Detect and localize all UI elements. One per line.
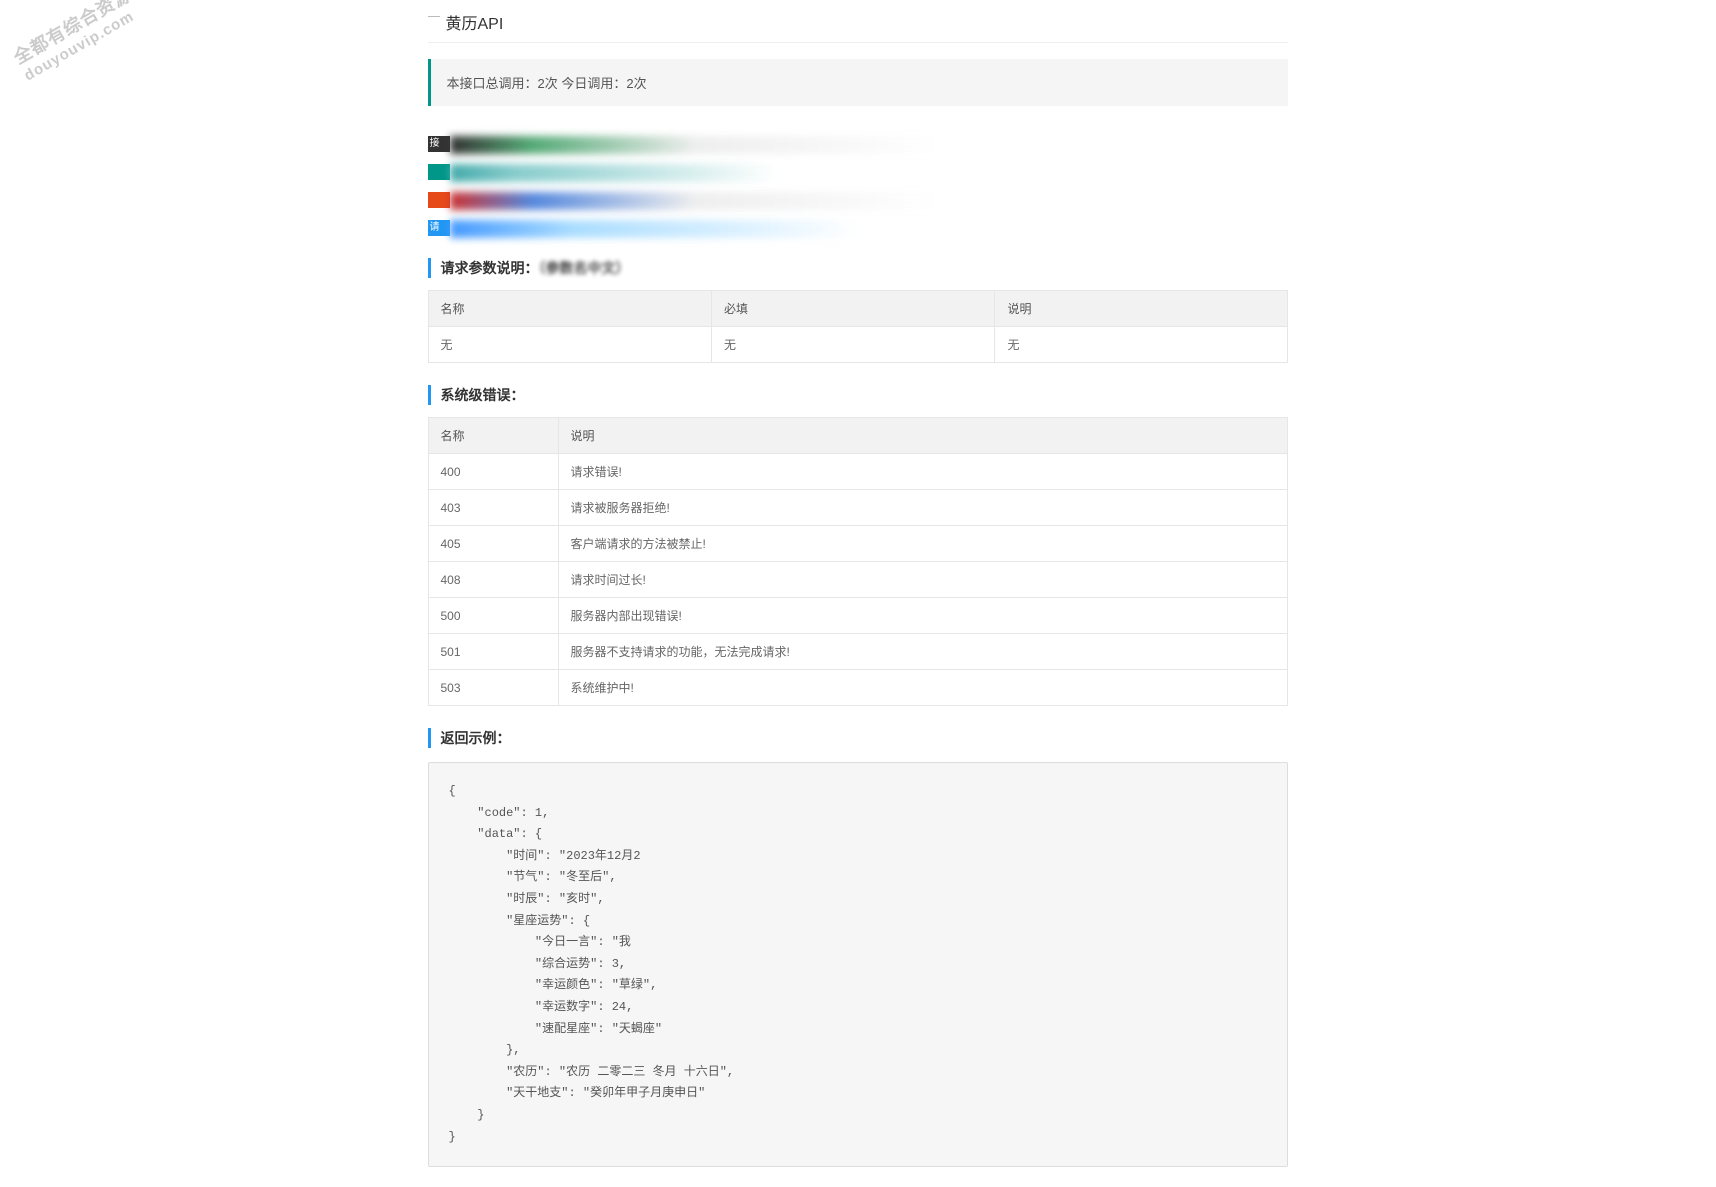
obscured-tab-3 (428, 192, 450, 208)
cell: 501 (428, 634, 558, 670)
table-row: 无无无 (428, 327, 1287, 363)
cell: 408 (428, 562, 558, 598)
obscured-tab-4: 请 (428, 220, 450, 236)
cell: 403 (428, 490, 558, 526)
cell: 400 (428, 454, 558, 490)
table-row: 408请求时间过长! (428, 562, 1287, 598)
watermark-line1: 全都有综合资源网 (10, 0, 152, 69)
cell: 服务器内部出现错误! (558, 598, 1287, 634)
params-heading-text: 请求参数说明： (441, 260, 539, 276)
cell: 服务器不支持请求的功能，无法完成请求! (558, 634, 1287, 670)
obscured-tab-1: 接口 (428, 136, 450, 152)
errors-heading: 系统级错误： (428, 385, 1288, 405)
table-row: 501服务器不支持请求的功能，无法完成请求! (428, 634, 1287, 670)
params-col-name: 名称 (428, 291, 711, 327)
errors-col-name: 名称 (428, 418, 558, 454)
params-col-required: 必填 (711, 291, 994, 327)
table-row: 403请求被服务器拒绝! (428, 490, 1287, 526)
errors-col-desc: 说明 (558, 418, 1287, 454)
table-row: 503系统维护中! (428, 670, 1287, 706)
params-col-desc: 说明 (995, 291, 1287, 327)
cell: 500 (428, 598, 558, 634)
cell: 请求错误! (558, 454, 1287, 490)
example-code: { "code": 1, "data": { "时间": "2023年12月2 … (428, 762, 1288, 1167)
cell: 无 (711, 327, 994, 363)
watermark: 全都有综合资源网 douyouvip.com (10, 0, 161, 85)
usage-callout: 本接口总调用：2次 今日调用：2次 (428, 59, 1288, 106)
obscured-tab-2 (428, 164, 450, 180)
params-heading-blur: （参数名中文） (539, 260, 630, 276)
params-heading: 请求参数说明：（参数名中文） (428, 258, 1288, 278)
example-heading: 返回示例： (428, 728, 1288, 748)
cell: 客户端请求的方法被禁止! (558, 526, 1287, 562)
page-title: 黄历API (446, 10, 1288, 34)
errors-table: 名称 说明 400请求错误!403请求被服务器拒绝!405客户端请求的方法被禁止… (428, 417, 1288, 706)
cell: 405 (428, 526, 558, 562)
cell: 请求时间过长! (558, 562, 1287, 598)
cell: 无 (995, 327, 1287, 363)
cell: 503 (428, 670, 558, 706)
cell: 请求被服务器拒绝! (558, 490, 1287, 526)
table-row: 400请求错误! (428, 454, 1287, 490)
obscured-region: 接口 请 (428, 136, 1288, 236)
table-row: 500服务器内部出现错误! (428, 598, 1287, 634)
params-table: 名称 必填 说明 无无无 (428, 290, 1288, 363)
cell: 无 (428, 327, 711, 363)
cell: 系统维护中! (558, 670, 1287, 706)
table-row: 405客户端请求的方法被禁止! (428, 526, 1287, 562)
watermark-line2: douyouvip.com (21, 0, 162, 85)
